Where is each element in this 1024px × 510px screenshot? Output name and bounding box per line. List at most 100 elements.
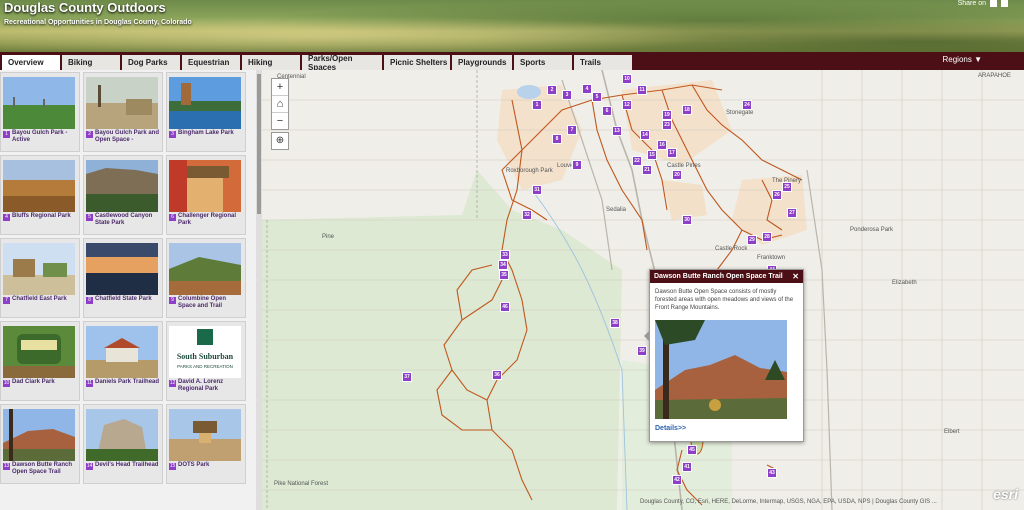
- facebook-icon[interactable]: [990, 0, 997, 7]
- park-marker[interactable]: 4: [582, 84, 592, 94]
- park-name[interactable]: DOTS Park: [178, 462, 244, 469]
- park-thumbnail[interactable]: South Suburban PARKS AND RECREATION: [169, 326, 241, 378]
- park-name[interactable]: Castlewood Canyon State Park: [95, 213, 161, 227]
- park-marker[interactable]: 33: [500, 250, 510, 260]
- park-card[interactable]: 3 Bingham Lake Park: [166, 72, 246, 152]
- tab-hiking[interactable]: Hiking: [242, 55, 300, 70]
- park-card[interactable]: 13 Dawson Butte Ranch Open Space Trail: [0, 404, 80, 484]
- park-marker[interactable]: 43: [767, 468, 777, 478]
- park-marker[interactable]: 17: [667, 148, 677, 158]
- details-link[interactable]: Details>>: [655, 425, 686, 432]
- park-name[interactable]: Dad Clark Park: [12, 379, 78, 386]
- park-thumbnail[interactable]: [86, 160, 158, 212]
- close-icon[interactable]: ✕: [792, 270, 799, 283]
- park-marker[interactable]: 15: [647, 150, 657, 160]
- park-marker[interactable]: 18: [682, 105, 692, 115]
- park-marker[interactable]: 37: [402, 372, 412, 382]
- park-thumbnail[interactable]: [3, 326, 75, 378]
- tab-equestrian[interactable]: Equestrian: [182, 55, 240, 70]
- park-card[interactable]: 7 Chatfield East Park: [0, 238, 80, 318]
- park-marker[interactable]: 30: [682, 215, 692, 225]
- park-name[interactable]: Devil's Head Trailhead: [95, 462, 161, 469]
- park-marker[interactable]: 26: [772, 190, 782, 200]
- tab-parks-open-spaces[interactable]: Parks/Open Spaces: [302, 54, 382, 72]
- park-marker[interactable]: 5: [592, 92, 602, 102]
- tab-picnic-shelters[interactable]: Picnic Shelters: [384, 55, 450, 70]
- park-name[interactable]: Bluffs Regional Park: [12, 213, 78, 220]
- park-marker[interactable]: 31: [532, 185, 542, 195]
- park-marker[interactable]: 22: [632, 156, 642, 166]
- park-thumbnail[interactable]: [169, 409, 241, 461]
- park-marker[interactable]: 19: [662, 110, 672, 120]
- park-marker[interactable]: 21: [642, 165, 652, 175]
- park-thumbnail[interactable]: [3, 77, 75, 129]
- park-name[interactable]: David A. Lorenz Regional Park: [178, 379, 244, 393]
- park-marker[interactable]: 34: [498, 260, 508, 270]
- park-marker[interactable]: 42: [672, 475, 682, 485]
- tab-biking[interactable]: Biking: [62, 55, 120, 70]
- zoom-out-button[interactable]: −: [272, 113, 288, 129]
- park-card[interactable]: 11 Daniels Park Trailhead: [83, 321, 163, 401]
- park-name[interactable]: Bingham Lake Park: [178, 130, 244, 137]
- park-thumbnail[interactable]: [86, 409, 158, 461]
- park-marker[interactable]: 6: [602, 106, 612, 116]
- park-card[interactable]: 4 Bluffs Regional Park: [0, 155, 80, 235]
- park-thumbnail[interactable]: [3, 243, 75, 295]
- park-marker[interactable]: 28: [762, 232, 772, 242]
- park-name[interactable]: Challenger Regional Park: [178, 213, 244, 227]
- park-thumbnail[interactable]: [86, 77, 158, 129]
- tab-trails[interactable]: Trails: [574, 55, 632, 70]
- park-thumbnail[interactable]: [169, 243, 241, 295]
- park-name[interactable]: Bayou Gulch Park - Active: [12, 130, 78, 144]
- park-card[interactable]: 8 Chatfield State Park: [83, 238, 163, 318]
- park-marker[interactable]: 13: [612, 126, 622, 136]
- park-marker[interactable]: 45: [687, 445, 697, 455]
- park-card[interactable]: 10 Dad Clark Park: [0, 321, 80, 401]
- park-marker[interactable]: 25: [782, 182, 792, 192]
- park-thumbnail[interactable]: [86, 326, 158, 378]
- scrollbar-thumb[interactable]: [257, 74, 261, 214]
- park-thumbnail[interactable]: [3, 160, 75, 212]
- park-marker[interactable]: 23: [662, 120, 672, 130]
- park-marker[interactable]: 12: [622, 100, 632, 110]
- home-button[interactable]: ⌂: [272, 96, 288, 113]
- park-marker[interactable]: 16: [657, 140, 667, 150]
- park-thumbnail[interactable]: [169, 160, 241, 212]
- park-marker[interactable]: 2: [547, 85, 557, 95]
- park-marker[interactable]: 38: [610, 318, 620, 328]
- park-name[interactable]: Dawson Butte Ranch Open Space Trail: [12, 462, 78, 476]
- park-marker[interactable]: 35: [499, 270, 509, 280]
- park-card[interactable]: 9 Columbine Open Space and Trail: [166, 238, 246, 318]
- esri-logo[interactable]: esri: [993, 486, 1018, 502]
- park-marker[interactable]: 27: [787, 208, 797, 218]
- park-name[interactable]: Columbine Open Space and Trail: [178, 296, 244, 310]
- park-card[interactable]: 6 Challenger Regional Park: [166, 155, 246, 235]
- twitter-icon[interactable]: [1001, 0, 1008, 7]
- park-name[interactable]: Daniels Park Trailhead: [95, 379, 161, 386]
- park-marker[interactable]: 41: [682, 462, 692, 472]
- park-name[interactable]: Chatfield East Park: [12, 296, 78, 303]
- park-marker[interactable]: 9: [572, 160, 582, 170]
- park-marker[interactable]: 7: [567, 125, 577, 135]
- park-marker[interactable]: 36: [492, 370, 502, 380]
- park-marker[interactable]: 20: [672, 170, 682, 180]
- park-name[interactable]: Chatfield State Park: [95, 296, 161, 303]
- tab-sports[interactable]: Sports: [514, 55, 572, 70]
- locate-button[interactable]: ⊕: [271, 132, 289, 150]
- park-card[interactable]: 5 Castlewood Canyon State Park: [83, 155, 163, 235]
- park-card[interactable]: 15 DOTS Park: [166, 404, 246, 484]
- park-marker[interactable]: 24: [742, 100, 752, 110]
- zoom-in-button[interactable]: +: [272, 79, 288, 96]
- park-name[interactable]: Bayou Gulch Park and Open Space -: [95, 130, 161, 144]
- park-marker[interactable]: 29: [747, 235, 757, 245]
- park-thumbnail[interactable]: [86, 243, 158, 295]
- park-thumbnail[interactable]: [3, 409, 75, 461]
- park-thumbnail[interactable]: [169, 77, 241, 129]
- park-card[interactable]: 1 Bayou Gulch Park - Active: [0, 72, 80, 152]
- map-view[interactable]: + ⌂ − ⊕ Centennial ARAPAHOE Castle Pines Th…: [262, 70, 1024, 510]
- tab-dog-parks[interactable]: Dog Parks: [122, 55, 180, 70]
- park-card[interactable]: South Suburban PARKS AND RECREATION 12 Davi…: [166, 321, 246, 401]
- park-marker[interactable]: 14: [640, 130, 650, 140]
- regions-dropdown[interactable]: Regions ▼: [943, 55, 983, 64]
- tab-overview[interactable]: Overview: [2, 55, 60, 70]
